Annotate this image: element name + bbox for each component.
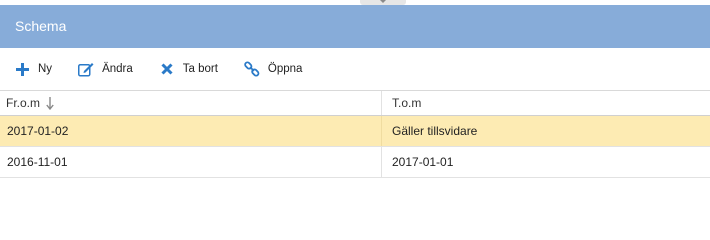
column-header-from-label: Fr.o.m: [6, 96, 41, 110]
delete-button[interactable]: Ta bort: [159, 61, 218, 77]
edit-icon: [78, 61, 94, 77]
cell-to: Gäller tillsvidare: [392, 124, 478, 138]
edit-button-label: Ändra: [102, 63, 133, 75]
new-button-label: Ny: [38, 63, 53, 75]
column-header-from[interactable]: Fr.o.m: [0, 91, 382, 115]
cell-to: 2017-01-01: [392, 155, 454, 169]
panel-header: Schema: [0, 5, 710, 48]
schedule-table: Fr.o.m T.o.m 2017-01-02 Gäller tillsvida…: [0, 90, 710, 178]
column-header-to[interactable]: T.o.m: [382, 91, 710, 115]
delete-icon: [159, 61, 175, 77]
chevron-down-icon: [380, 0, 386, 3]
open-button[interactable]: Öppna: [244, 61, 303, 77]
column-header-to-label: T.o.m: [392, 96, 422, 110]
cell-from: 2016-11-01: [0, 147, 382, 177]
table-row[interactable]: 2017-01-02 Gäller tillsvidare: [0, 116, 710, 147]
table-row[interactable]: 2016-11-01 2017-01-01: [0, 147, 710, 178]
cell-from: 2017-01-02: [0, 116, 382, 146]
table-header-row: Fr.o.m T.o.m: [0, 91, 710, 116]
plus-icon: [14, 61, 30, 77]
delete-button-label: Ta bort: [182, 63, 218, 75]
sort-descending-icon: [46, 96, 54, 110]
new-button[interactable]: Ny: [14, 61, 52, 77]
link-icon: [244, 61, 260, 77]
open-button-label: Öppna: [267, 63, 303, 75]
toolbar: Ny Ändra Ta bort Öppna: [0, 48, 710, 90]
panel-title: Schema: [15, 18, 67, 34]
edit-button[interactable]: Ändra: [78, 61, 133, 77]
